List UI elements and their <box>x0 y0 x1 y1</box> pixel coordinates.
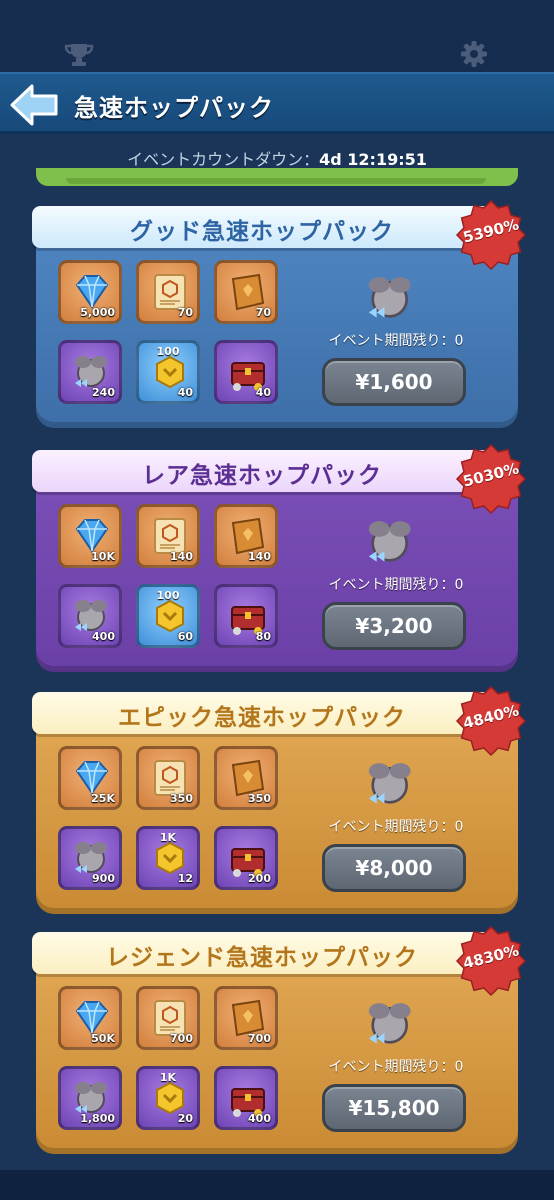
pack-name: グッド急速ホップパック <box>130 219 394 245</box>
header-bar: 急速ホップパック <box>0 72 554 134</box>
reward-item[interactable]: 10K <box>58 504 122 568</box>
reward-item[interactable]: 700 <box>214 986 278 1050</box>
item-qty: 200 <box>248 872 271 885</box>
pack-banner: エピック急速ホップパック <box>32 692 502 734</box>
reward-item[interactable]: 350 <box>136 746 200 810</box>
pack-banner: グッド急速ホップパック <box>32 206 502 248</box>
pack-name: レア急速ホップパック <box>142 463 382 489</box>
item-qty: 700 <box>248 1032 271 1045</box>
item-qty: 5,000 <box>80 306 115 319</box>
trophy-icon[interactable] <box>64 42 94 68</box>
pack-name: レジェンド急速ホップパック <box>106 945 418 971</box>
bottom-bar <box>0 1170 554 1200</box>
reward-item[interactable]: 240 <box>58 340 122 404</box>
item-bonus-qty: 1K <box>159 831 177 844</box>
pack-name: エピック急速ホップパック <box>118 705 406 731</box>
remaining-count: イベント期間残り：0 <box>328 577 464 593</box>
item-bonus-qty: 100 <box>156 589 180 602</box>
item-qty: 20 <box>177 1112 193 1125</box>
reward-item[interactable]: 80 <box>214 584 278 648</box>
buy-button[interactable]: ¥3,200 <box>322 602 466 650</box>
reward-item[interactable]: 400 <box>58 584 122 648</box>
discount-badge: 5390% <box>456 200 526 270</box>
item-qty: 350 <box>248 792 271 805</box>
item-qty: 40 <box>255 386 271 399</box>
item-qty: 140 <box>170 550 193 563</box>
item-qty: 900 <box>92 872 115 885</box>
gear-icon[interactable] <box>460 40 488 68</box>
buy-button[interactable]: ¥15,800 <box>322 1084 466 1132</box>
item-qty: 80 <box>255 630 271 643</box>
featured-ticket-icon <box>356 994 426 1054</box>
item-qty: 70 <box>177 306 193 319</box>
item-grid: 5,000 70 70 240 100 40 40 <box>58 260 284 406</box>
event-countdown: イベントカウントダウン：4d 12:19:51 <box>0 146 554 170</box>
pack-banner: レア急速ホップパック <box>32 450 502 492</box>
item-qty: 50K <box>91 1032 115 1045</box>
item-qty: 700 <box>170 1032 193 1045</box>
featured-ticket-icon <box>356 754 426 814</box>
reward-item[interactable]: 400 <box>214 1066 278 1130</box>
item-bonus-qty: 1K <box>159 1071 177 1084</box>
reward-item[interactable]: 5,000 <box>58 260 122 324</box>
reward-item[interactable]: 900 <box>58 826 122 890</box>
item-qty: 40 <box>177 386 193 399</box>
slime-decoration <box>36 168 518 186</box>
reward-item[interactable]: 70 <box>136 260 200 324</box>
reward-item[interactable]: 1K 20 <box>136 1066 200 1130</box>
pack-card-rare: レア急速ホップパック 10K 140 140 400 100 60 80 イベント期間残り：… <box>32 444 526 672</box>
buy-button[interactable]: ¥1,600 <box>322 358 466 406</box>
discount-badge: 5030% <box>456 444 526 514</box>
reward-item[interactable]: 50K <box>58 986 122 1050</box>
item-qty: 140 <box>248 550 271 563</box>
discount-badge: 4840% <box>456 686 526 756</box>
pack-card-legend: レジェンド急速ホップパック 50K 700 700 1,800 1K 20 400 イベント… <box>32 926 526 1154</box>
item-qty: 400 <box>248 1112 271 1125</box>
item-bonus-qty: 100 <box>156 345 180 358</box>
reward-item[interactable]: 100 40 <box>136 340 200 404</box>
item-grid: 10K 140 140 400 100 60 80 <box>58 504 284 650</box>
item-qty: 10K <box>91 550 115 563</box>
reward-item[interactable]: 100 60 <box>136 584 200 648</box>
reward-item[interactable]: 350 <box>214 746 278 810</box>
reward-item[interactable]: 1,800 <box>58 1066 122 1130</box>
item-qty: 12 <box>177 872 193 885</box>
item-qty: 70 <box>255 306 271 319</box>
item-qty: 400 <box>92 630 115 643</box>
remaining-count: イベント期間残り：0 <box>328 333 464 349</box>
item-qty: 350 <box>170 792 193 805</box>
reward-item[interactable]: 40 <box>214 340 278 404</box>
remaining-count: イベント期間残り：0 <box>328 819 464 835</box>
reward-item[interactable]: 25K <box>58 746 122 810</box>
reward-item[interactable]: 70 <box>214 260 278 324</box>
countdown-value: 4d 12:19:51 <box>319 150 427 169</box>
pack-card-good: グッド急速ホップパック 5,000 70 70 240 100 40 40 イベント期間残り… <box>32 200 526 428</box>
buy-button[interactable]: ¥8,000 <box>322 844 466 892</box>
back-arrow-icon[interactable] <box>8 82 60 128</box>
pack-banner: レジェンド急速ホップパック <box>32 932 502 974</box>
discount-badge: 4830% <box>456 926 526 996</box>
pack-card-epic: エピック急速ホップパック 25K 350 350 900 1K 12 200 イベント期間残… <box>32 686 526 914</box>
page-title: 急速ホップパック <box>74 94 274 122</box>
featured-ticket-icon <box>356 512 426 572</box>
reward-item[interactable]: 200 <box>214 826 278 890</box>
remaining-count: イベント期間残り：0 <box>328 1059 464 1075</box>
item-grid: 50K 700 700 1,800 1K 20 400 <box>58 986 284 1132</box>
item-qty: 60 <box>177 630 193 643</box>
reward-item[interactable]: 140 <box>136 504 200 568</box>
item-qty: 1,800 <box>80 1112 115 1125</box>
item-qty: 240 <box>92 386 115 399</box>
reward-item[interactable]: 140 <box>214 504 278 568</box>
top-bar <box>0 0 554 72</box>
countdown-label: イベントカウントダウン： <box>127 150 320 169</box>
reward-item[interactable]: 700 <box>136 986 200 1050</box>
item-qty: 25K <box>91 792 115 805</box>
reward-item[interactable]: 1K 12 <box>136 826 200 890</box>
item-grid: 25K 350 350 900 1K 12 200 <box>58 746 284 892</box>
featured-ticket-icon <box>356 268 426 328</box>
